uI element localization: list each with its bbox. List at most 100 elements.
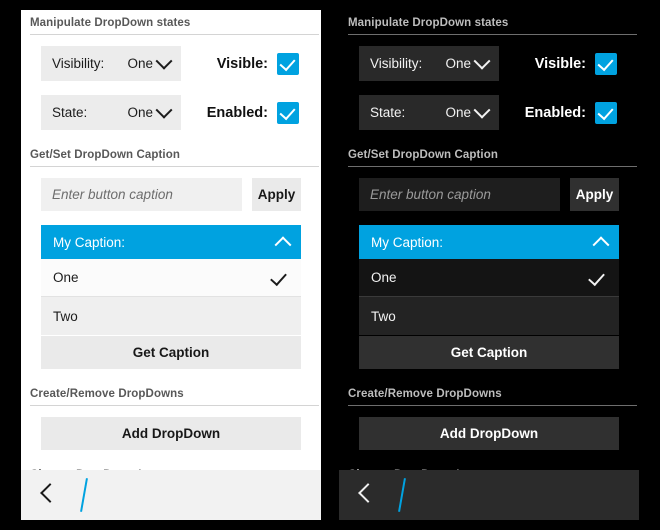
- dropdown-item-label: One: [371, 270, 397, 285]
- visible-checkbox-group[interactable]: Visible:: [534, 52, 617, 75]
- dropdown-item-two[interactable]: Two: [41, 297, 301, 335]
- check-icon: [597, 54, 614, 71]
- section-title-change-items: Change DropDown Items: [21, 462, 321, 470]
- apply-button[interactable]: Apply: [252, 178, 301, 211]
- section-title-manipulate-states: Manipulate DropDown states: [30, 17, 191, 29]
- row-visibility: Visibility: One Visible:: [339, 46, 639, 81]
- state-selected-text: One: [445, 105, 471, 120]
- visibility-dropdown[interactable]: Visibility: One: [359, 46, 499, 81]
- caption-input[interactable]: [41, 178, 242, 211]
- chevron-down-icon: [155, 52, 173, 70]
- apply-button[interactable]: Apply: [570, 178, 619, 211]
- section-create-remove: Create/Remove DropDowns Add DropDown: [339, 381, 639, 462]
- text-caret-icon: [398, 478, 406, 512]
- get-caption-button[interactable]: Get Caption: [359, 336, 619, 369]
- add-dropdown-button[interactable]: Add DropDown: [359, 417, 619, 450]
- chevron-down-icon: [473, 101, 491, 119]
- dropdown-item-label: Two: [53, 308, 78, 324]
- section-body-get-set-caption: Apply My Caption: One Two: [339, 167, 639, 381]
- caption-input[interactable]: [359, 178, 560, 211]
- add-dropdown-wrap: Add DropDown: [21, 417, 321, 450]
- state-selected-text: One: [127, 105, 153, 120]
- section-body-manipulate-states: Visibility: One Visible: State: One Enab…: [21, 35, 321, 142]
- enabled-checkbox-label: Enabled:: [524, 104, 586, 121]
- visibility-dropdown-label: Visibility:: [370, 56, 423, 71]
- chevron-left-icon[interactable]: [40, 483, 60, 503]
- row-state: State: One Enabled:: [339, 95, 639, 130]
- enabled-checkbox-group[interactable]: Enabled:: [524, 101, 617, 124]
- state-dropdown-value: One: [445, 101, 491, 120]
- enabled-checkbox[interactable]: [277, 101, 299, 124]
- my-caption-dropdown-label: My Caption:: [371, 234, 444, 250]
- visibility-dropdown[interactable]: Visibility: One: [41, 46, 181, 81]
- add-dropdown-wrap: Add DropDown: [339, 417, 639, 450]
- chevron-left-icon[interactable]: [358, 483, 378, 503]
- dropdown-item-one[interactable]: One: [41, 259, 301, 297]
- dropdown-item-two[interactable]: Two: [359, 297, 619, 335]
- app-screenshot: Manipulate DropDown states Visibility: O…: [0, 0, 660, 530]
- visibility-dropdown-value: One: [127, 52, 173, 71]
- visibility-selected-text: One: [127, 56, 153, 71]
- dropdown-item-one[interactable]: One: [359, 259, 619, 297]
- section-manipulate-states: Manipulate DropDown states Visibility: O…: [339, 10, 639, 142]
- section-body-create-remove: Add DropDown: [339, 406, 639, 462]
- add-dropdown-button[interactable]: Add DropDown: [41, 417, 301, 450]
- state-dropdown[interactable]: State: One: [41, 95, 181, 130]
- light-theme-panel: Manipulate DropDown states Visibility: O…: [21, 10, 321, 520]
- section-title-get-set-caption: Get/Set DropDown Caption: [30, 149, 180, 161]
- visibility-selected-text: One: [445, 56, 471, 71]
- light-bottom-bar: [21, 470, 321, 520]
- section-title-create-remove: Create/Remove DropDowns: [30, 388, 184, 400]
- visible-checkbox[interactable]: [277, 52, 299, 75]
- visibility-dropdown-label: Visibility:: [52, 56, 105, 71]
- visible-checkbox[interactable]: [595, 52, 617, 75]
- section-change-items: Change DropDown Items: [339, 462, 639, 470]
- section-title-get-set-caption: Get/Set DropDown Caption: [348, 149, 498, 161]
- dark-theme-panel: Manipulate DropDown states Visibility: O…: [339, 10, 639, 520]
- my-caption-dropdown: My Caption: One Two Get Caption: [359, 225, 619, 369]
- enabled-checkbox[interactable]: [595, 101, 617, 124]
- section-body-get-set-caption: Apply My Caption: One Two: [21, 167, 321, 381]
- section-change-items: Change DropDown Items: [21, 462, 321, 470]
- section-body-manipulate-states: Visibility: One Visible: State: One Enab…: [339, 35, 639, 142]
- check-icon: [270, 268, 287, 287]
- section-manipulate-states: Manipulate DropDown states Visibility: O…: [21, 10, 321, 142]
- state-dropdown[interactable]: State: One: [359, 95, 499, 130]
- section-title-change-items: Change DropDown Items: [339, 462, 639, 470]
- section-get-set-caption: Get/Set DropDown Caption Apply My Captio…: [339, 142, 639, 381]
- visible-checkbox-label: Visible:: [534, 55, 586, 72]
- check-icon: [279, 103, 296, 120]
- chevron-down-icon: [473, 52, 491, 70]
- row-visibility: Visibility: One Visible:: [21, 46, 321, 81]
- caption-input-row: Apply: [339, 178, 639, 211]
- check-icon: [279, 54, 296, 71]
- my-caption-dropdown-label: My Caption:: [53, 234, 126, 250]
- chevron-up-icon: [592, 236, 610, 254]
- row-state: State: One Enabled:: [21, 95, 321, 130]
- visibility-dropdown-value: One: [445, 52, 491, 71]
- my-caption-dropdown-header[interactable]: My Caption:: [359, 225, 619, 259]
- my-caption-dropdown-header[interactable]: My Caption:: [41, 225, 301, 259]
- section-title-create-remove: Create/Remove DropDowns: [348, 388, 502, 400]
- visible-checkbox-group[interactable]: Visible:: [216, 52, 299, 75]
- state-dropdown-label: State:: [370, 105, 406, 120]
- section-body-create-remove: Add DropDown: [21, 406, 321, 462]
- dark-scroll-area[interactable]: Manipulate DropDown states Visibility: O…: [339, 10, 639, 470]
- enabled-checkbox-group[interactable]: Enabled:: [206, 101, 299, 124]
- section-create-remove: Create/Remove DropDowns Add DropDown: [21, 381, 321, 462]
- state-dropdown-label: State:: [52, 105, 88, 120]
- chevron-up-icon: [274, 236, 292, 254]
- light-scroll-area[interactable]: Manipulate DropDown states Visibility: O…: [21, 10, 321, 470]
- get-caption-button[interactable]: Get Caption: [41, 336, 301, 369]
- enabled-checkbox-label: Enabled:: [206, 104, 268, 121]
- state-dropdown-value: One: [127, 101, 173, 120]
- section-get-set-caption: Get/Set DropDown Caption Apply My Captio…: [21, 142, 321, 381]
- visible-checkbox-label: Visible:: [216, 55, 268, 72]
- dropdown-item-label: One: [53, 270, 79, 285]
- caption-input-row: Apply: [21, 178, 321, 211]
- section-title-manipulate-states: Manipulate DropDown states: [348, 17, 509, 29]
- my-caption-dropdown: My Caption: One Two Get Caption: [41, 225, 301, 369]
- dark-bottom-bar: [339, 470, 639, 520]
- text-caret-icon: [80, 478, 88, 512]
- check-icon: [588, 268, 605, 287]
